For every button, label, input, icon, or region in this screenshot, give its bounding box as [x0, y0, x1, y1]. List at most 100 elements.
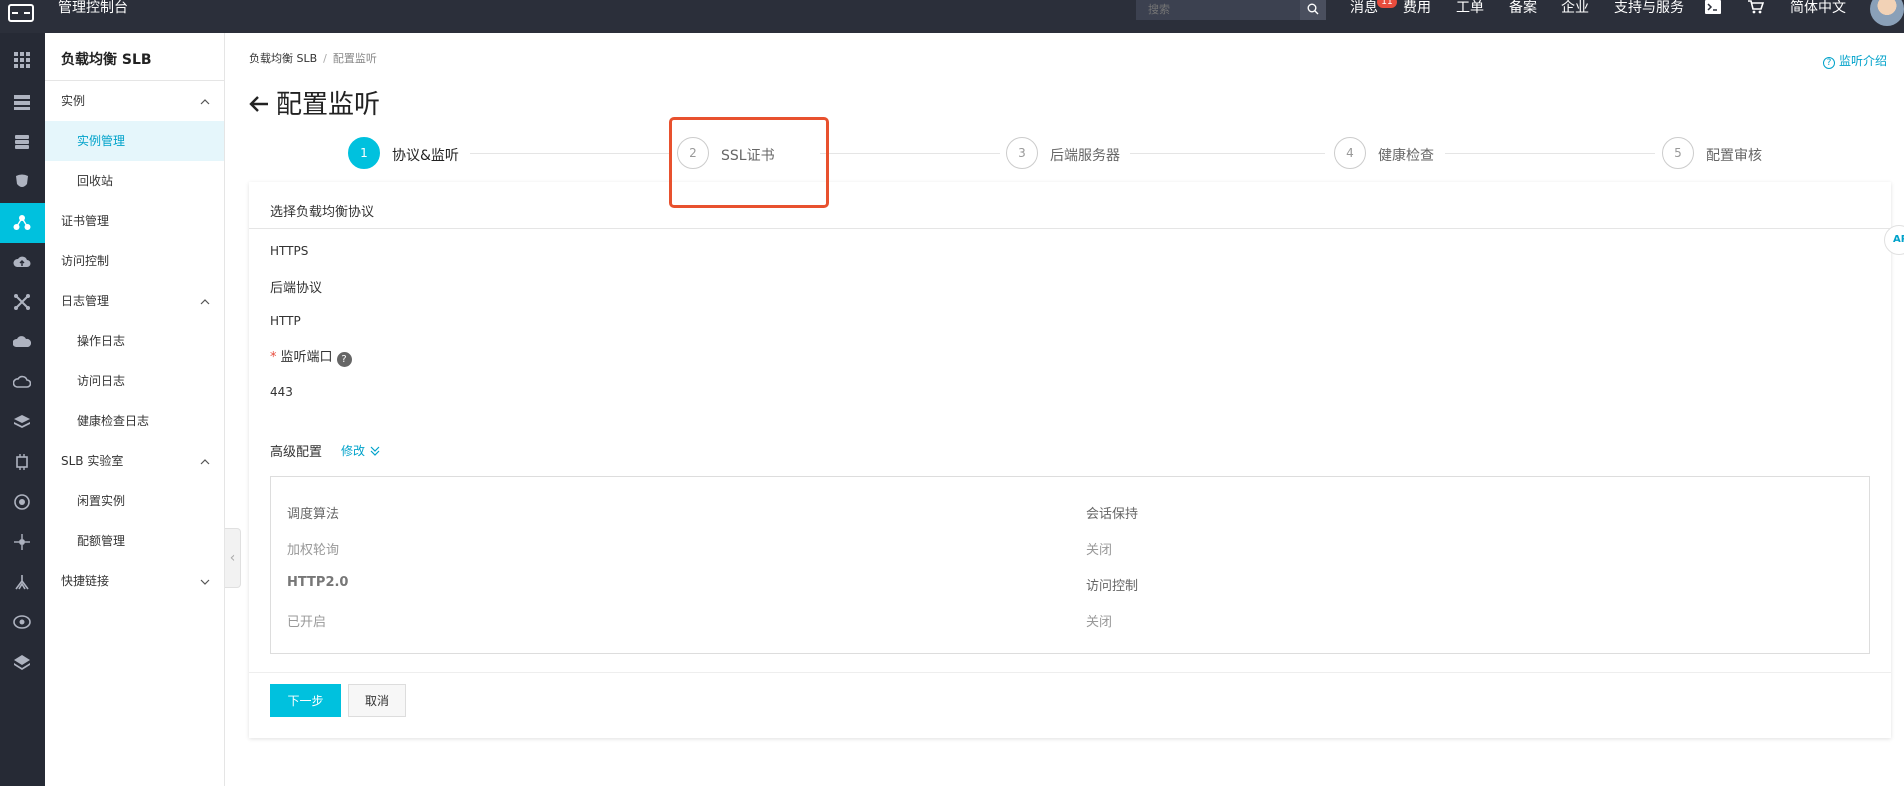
question-help-icon[interactable]: ?: [336, 352, 352, 367]
sidebar-group-instance[interactable]: 实例: [45, 81, 224, 121]
sidebar-item-health-check-logs[interactable]: 健康检查日志: [45, 401, 224, 441]
advanced-config-title: 高级配置: [270, 445, 323, 460]
sidebar-item-label: 操作日志: [77, 334, 126, 348]
nav-fees[interactable]: 费用: [1403, 0, 1431, 16]
chip-icon[interactable]: [13, 453, 31, 471]
console-logo-icon[interactable]: [8, 4, 34, 22]
card-header-title: 选择负载均衡协议: [270, 205, 375, 220]
session-persistence-value: 关闭: [1086, 543, 1113, 558]
next-step-button[interactable]: 下一步: [270, 684, 341, 717]
search-input[interactable]: [1136, 0, 1300, 20]
sidebar: 负载均衡 SLB 实例 实例管理 回收站 证书管理 访问控制 日志管理 操作日志…: [45, 33, 225, 786]
breadcrumb-current: 配置监听: [332, 52, 377, 65]
protocol-value: HTTPS: [270, 244, 309, 258]
sidebar-item-label: 回收站: [77, 174, 114, 188]
highlight-annotation: [669, 117, 829, 208]
slb-network-icon[interactable]: [0, 203, 45, 243]
nav-messages[interactable]: 消息: [1350, 0, 1378, 16]
sidebar-item-instance-management[interactable]: 实例管理: [45, 121, 224, 161]
sidebar-item-certificates[interactable]: 证书管理: [45, 201, 224, 241]
nav-enterprise[interactable]: 企业: [1561, 0, 1589, 16]
sidebar-item-access-control[interactable]: 访问控制: [45, 241, 224, 281]
step-label: 后端服务器: [1050, 148, 1120, 164]
product-rail: [0, 33, 45, 786]
step-connector: [820, 153, 1000, 154]
breadcrumb-root[interactable]: 负载均衡 SLB: [249, 52, 317, 65]
sidebar-title: 负载均衡 SLB: [61, 52, 152, 68]
listener-port-value: 443: [270, 385, 293, 399]
sidebar-collapse-handle[interactable]: ‹: [225, 528, 241, 588]
sidebar-item-idle-instances[interactable]: 闲置实例: [45, 481, 224, 521]
breadcrumb-separator: /: [323, 52, 327, 65]
storage-icon[interactable]: [13, 133, 31, 151]
cart-icon[interactable]: [1748, 0, 1764, 14]
cancel-button[interactable]: 取消: [348, 684, 406, 717]
sidebar-item-operation-logs[interactable]: 操作日志: [45, 321, 224, 361]
listener-port-label-text: 监听端口: [280, 350, 333, 365]
sidebar-item-label: 访问控制: [61, 254, 110, 268]
search-button[interactable]: [1300, 0, 1326, 20]
chevron-up-icon: [200, 99, 210, 105]
sidebar-item-label: 配额管理: [77, 534, 126, 548]
help-link[interactable]: ? 监听介绍: [1823, 52, 1887, 69]
network-cross-icon[interactable]: [13, 293, 31, 311]
advanced-config-edit-link[interactable]: 修改: [341, 442, 381, 459]
target-icon[interactable]: [13, 613, 31, 631]
nav-support[interactable]: 支持与服务: [1614, 0, 1684, 16]
sidebar-item-recycle-bin[interactable]: 回收站: [45, 161, 224, 201]
backend-protocol-value: HTTP: [270, 314, 301, 328]
language-switch[interactable]: 简体中文: [1790, 0, 1846, 16]
cloud-upload-icon[interactable]: [13, 253, 31, 271]
required-mark: *: [270, 350, 277, 365]
sidebar-item-label: 实例管理: [77, 134, 126, 148]
cluster-icon[interactable]: [13, 573, 31, 591]
chevron-up-icon: [200, 299, 210, 305]
scheduling-algorithm-label: 调度算法: [287, 507, 340, 522]
console-title[interactable]: 管理控制台: [58, 0, 128, 16]
server-list-icon[interactable]: [13, 93, 31, 111]
sidebar-item-label: 闲置实例: [77, 494, 126, 508]
scheduling-algorithm-value: 加权轮询: [287, 543, 340, 558]
cloud-gear-icon[interactable]: [13, 333, 31, 351]
double-chevron-down-icon: [370, 446, 380, 456]
sidebar-item-label: 实例: [61, 94, 86, 108]
layers-icon[interactable]: [13, 653, 31, 671]
step-connector: [1130, 153, 1325, 154]
top-bar: 管理控制台 消息 11 费用 工单 备案 企业 支持与服务 简体中文: [0, 0, 1904, 33]
page-title: 配置监听: [248, 84, 380, 121]
step-label: 健康检查: [1378, 148, 1434, 164]
question-circle-icon: ?: [1823, 57, 1835, 69]
session-persistence-label: 会话保持: [1086, 507, 1139, 522]
sidebar-item-quota-management[interactable]: 配额管理: [45, 521, 224, 561]
edit-link-label: 修改: [341, 444, 366, 458]
hub-icon[interactable]: [13, 533, 31, 551]
sidebar-item-access-logs[interactable]: 访问日志: [45, 361, 224, 401]
avatar[interactable]: [1870, 0, 1904, 26]
card-footer: [249, 672, 1891, 738]
stack-icon[interactable]: [13, 413, 31, 431]
grid-apps-icon[interactable]: [13, 51, 31, 69]
sidebar-item-label: 证书管理: [61, 214, 110, 228]
http2-label: HTTP2.0: [287, 575, 349, 590]
security-icon[interactable]: [13, 173, 31, 191]
nav-filing[interactable]: 备案: [1509, 0, 1537, 16]
access-control-value: 关闭: [1086, 615, 1113, 630]
step-number: 3: [1006, 137, 1038, 169]
cloud-outline-icon[interactable]: [13, 373, 31, 391]
step-connector: [1445, 153, 1655, 154]
terminal-icon[interactable]: [1705, 0, 1721, 14]
sidebar-item-label: 日志管理: [61, 294, 110, 308]
listener-port-label: * 监听端口?: [270, 346, 352, 367]
sidebar-group-logs[interactable]: 日志管理: [45, 281, 224, 321]
sidebar-group-slb-lab[interactable]: SLB 实验室: [45, 441, 224, 481]
help-link-label: 监听介绍: [1839, 54, 1888, 68]
sidebar-item-label: 访问日志: [77, 374, 126, 388]
sidebar-item-label: 快捷链接: [61, 574, 110, 588]
back-arrow-icon[interactable]: [248, 95, 270, 113]
eye-icon[interactable]: [13, 493, 31, 511]
step-number: 5: [1662, 137, 1694, 169]
nav-tickets[interactable]: 工单: [1456, 0, 1484, 16]
sidebar-group-quick-links[interactable]: 快捷链接: [45, 561, 224, 601]
sidebar-item-label: SLB 实验室: [61, 454, 124, 468]
page-title-text: 配置监听: [276, 90, 381, 120]
